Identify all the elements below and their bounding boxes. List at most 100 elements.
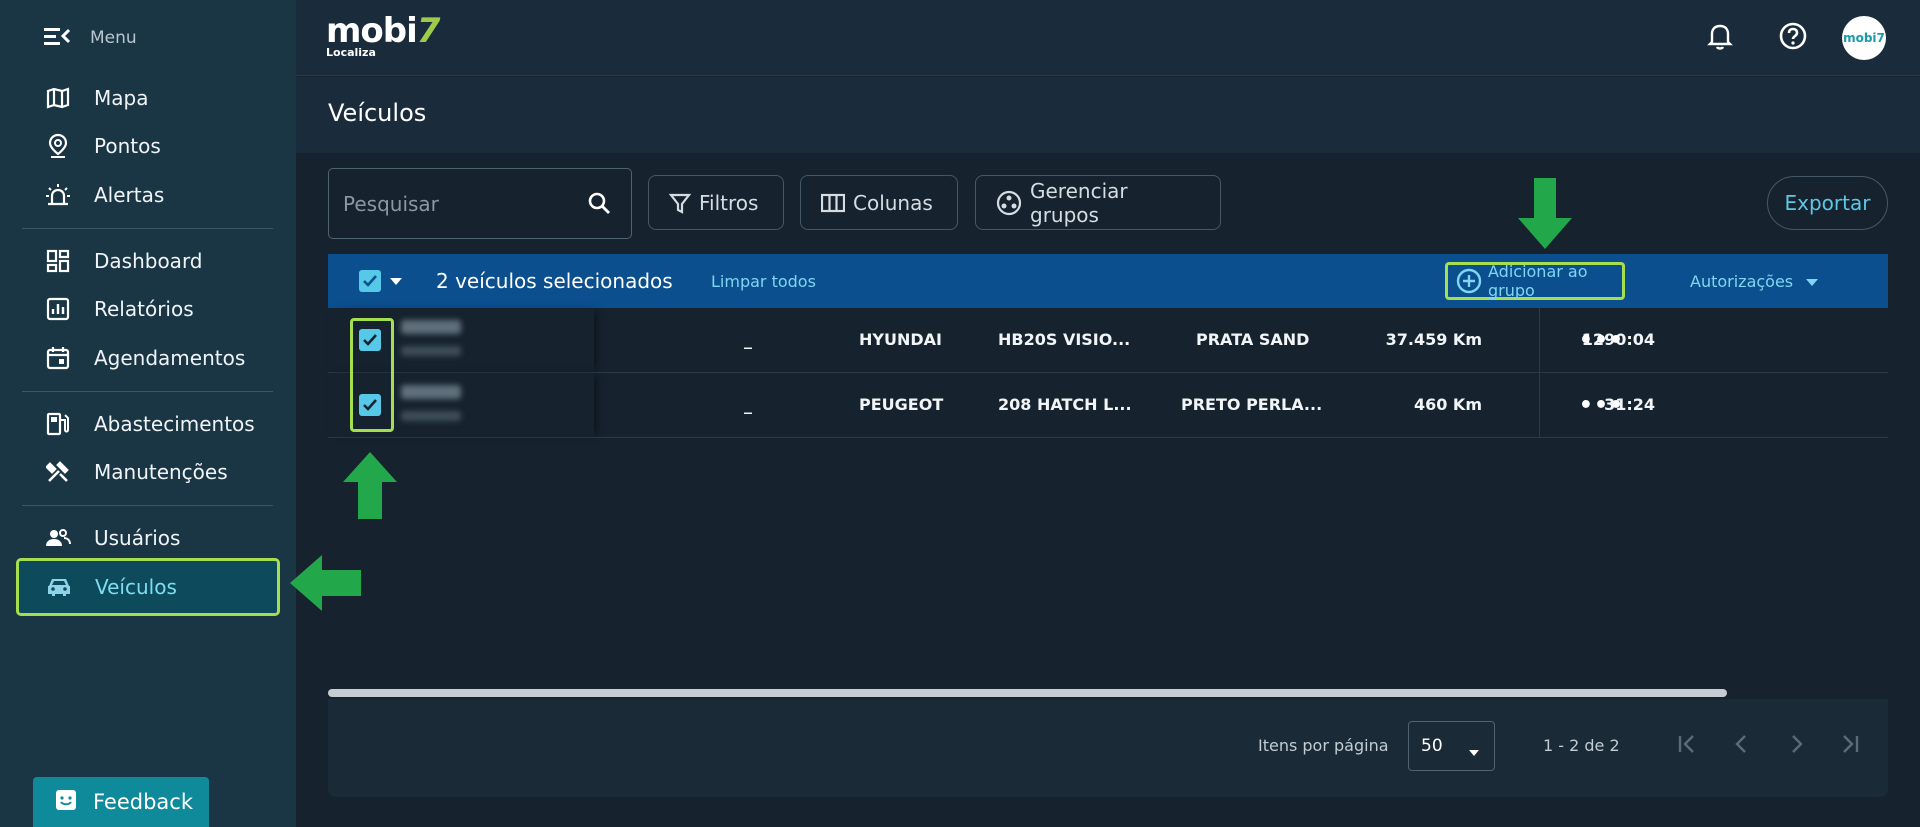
cell-km: 460 Km bbox=[1413, 395, 1482, 414]
arrow-left-annotation bbox=[290, 555, 361, 611]
table-row[interactable]: _ HYUNDAI HB20S VISIO... PRATA SAND 37.4… bbox=[328, 308, 1888, 373]
sidebar-item-label: Relatórios bbox=[94, 297, 194, 321]
car-icon bbox=[45, 573, 73, 601]
cell-brand: PEUGEOT bbox=[859, 395, 944, 414]
groups-icon bbox=[996, 190, 1022, 216]
menu-collapse-icon bbox=[44, 26, 71, 50]
cell-km: 37.459 Km bbox=[1385, 330, 1482, 349]
cell-model: 208 HATCH L... bbox=[998, 395, 1132, 414]
sidebar-item-abastecimentos[interactable]: Abastecimentos bbox=[18, 401, 278, 447]
sidebar-divider bbox=[22, 505, 273, 506]
filter-icon bbox=[669, 192, 691, 214]
feedback-button[interactable]: Feedback bbox=[33, 777, 209, 827]
siren-icon bbox=[44, 181, 72, 209]
search-icon[interactable] bbox=[587, 191, 611, 219]
notifications-button[interactable] bbox=[1702, 20, 1738, 56]
select-all-control[interactable] bbox=[359, 270, 403, 292]
top-bar: mobi7 Localiza mobi7 bbox=[296, 0, 1920, 76]
redacted-plate bbox=[401, 320, 461, 334]
clear-all-link[interactable]: Limpar todos bbox=[711, 272, 816, 291]
sidebar-item-relatorios[interactable]: Relatórios bbox=[18, 286, 278, 332]
more-icon: ••• bbox=[1578, 392, 1625, 418]
filters-button[interactable]: Filtros bbox=[648, 175, 784, 230]
sidebar-item-label: Agendamentos bbox=[94, 346, 246, 370]
more-icon: ••• bbox=[1578, 327, 1625, 353]
search-input[interactable] bbox=[343, 189, 563, 219]
logo[interactable]: mobi7 Localiza bbox=[326, 11, 441, 59]
sidebar-item-dashboard[interactable]: Dashboard bbox=[18, 238, 278, 284]
sidebar-item-label: Veículos bbox=[95, 575, 177, 599]
menu-toggle[interactable]: Menu bbox=[44, 26, 137, 50]
feedback-label: Feedback bbox=[93, 790, 194, 814]
sidebar-item-label: Dashboard bbox=[94, 249, 203, 273]
cell-col1: _ bbox=[744, 395, 752, 414]
map-icon bbox=[44, 84, 72, 112]
filters-label: Filtros bbox=[699, 190, 759, 215]
page-range: 1 - 2 de 2 bbox=[1543, 736, 1620, 755]
help-button[interactable] bbox=[1775, 20, 1811, 56]
dashboard-icon bbox=[44, 247, 72, 275]
previous-page-icon[interactable] bbox=[1730, 732, 1754, 760]
columns-label: Colunas bbox=[853, 190, 933, 215]
pagination-footer: Itens por página 50 1 - 2 de 2 bbox=[328, 699, 1888, 797]
caret-down-icon[interactable] bbox=[389, 276, 403, 286]
select-all-checkbox[interactable] bbox=[359, 270, 381, 292]
next-page-icon[interactable] bbox=[1784, 732, 1808, 760]
sidebar-item-label: Manutenções bbox=[94, 460, 228, 484]
sidebar-item-agendamentos[interactable]: Agendamentos bbox=[18, 335, 278, 381]
redacted-subtitle bbox=[401, 346, 461, 356]
bell-icon bbox=[1707, 22, 1733, 54]
logo-seven: 7 bbox=[416, 11, 441, 51]
feedback-icon bbox=[55, 789, 77, 815]
sidebar-item-pontos[interactable]: Pontos bbox=[18, 123, 278, 169]
caret-down-icon bbox=[1805, 277, 1819, 287]
avatar[interactable]: mobi7 bbox=[1842, 16, 1886, 60]
location-pin-icon bbox=[44, 132, 72, 160]
arrow-up-annotation bbox=[343, 452, 397, 519]
more-actions-button[interactable]: ••• bbox=[1539, 373, 1663, 437]
search-box bbox=[328, 168, 632, 239]
sidebar-divider bbox=[22, 391, 273, 392]
export-button[interactable]: Exportar bbox=[1767, 176, 1888, 230]
arrow-down-annotation bbox=[1518, 178, 1572, 249]
sidebar-item-mapa[interactable]: Mapa bbox=[18, 75, 278, 121]
bar-chart-icon bbox=[44, 295, 72, 323]
redacted-subtitle bbox=[401, 411, 461, 421]
columns-icon bbox=[821, 193, 845, 213]
add-to-group-button[interactable]: Adicionar ao grupo bbox=[1445, 262, 1625, 300]
cell-color: PRETO PERLA... bbox=[1181, 395, 1323, 414]
first-page-icon[interactable] bbox=[1675, 732, 1699, 760]
items-per-page-value: 50 bbox=[1421, 736, 1443, 756]
sidebar-item-label: Usuários bbox=[94, 526, 181, 550]
sidebar-item-usuarios[interactable]: Usuários bbox=[18, 515, 278, 561]
sidebar: Menu Mapa Pontos Alertas Dashboard Relat… bbox=[0, 0, 296, 827]
calendar-icon bbox=[44, 344, 72, 372]
cell-color: PRATA SAND bbox=[1196, 330, 1310, 349]
fuel-icon bbox=[44, 410, 72, 438]
manage-groups-button[interactable]: Gerenciar grupos bbox=[975, 175, 1221, 230]
items-per-page-label: Itens por página bbox=[1258, 736, 1389, 755]
checkbox-highlight bbox=[350, 318, 394, 432]
authorizations-dropdown[interactable]: Autorizações bbox=[1690, 272, 1819, 291]
sidebar-item-veiculos[interactable]: Veículos bbox=[16, 558, 280, 616]
tools-icon bbox=[44, 458, 72, 486]
page-title: Veículos bbox=[328, 99, 427, 127]
selected-count: 2 veículos selecionados bbox=[436, 269, 673, 293]
horizontal-scrollbar[interactable] bbox=[328, 689, 1727, 697]
plus-circle-icon bbox=[1456, 268, 1482, 294]
cell-brand: HYUNDAI bbox=[859, 330, 942, 349]
selection-bar: 2 veículos selecionados Limpar todos Adi… bbox=[328, 254, 1888, 308]
page-header: Veículos bbox=[296, 77, 1920, 153]
items-per-page-select[interactable]: 50 bbox=[1408, 721, 1495, 771]
cell-model: HB20S VISIO... bbox=[998, 330, 1131, 349]
more-actions-button[interactable]: ••• bbox=[1539, 308, 1663, 372]
table-row[interactable]: _ PEUGEOT 208 HATCH L... PRETO PERLA... … bbox=[328, 373, 1888, 438]
avatar-text: mobi7 bbox=[1843, 31, 1885, 45]
sidebar-item-alertas[interactable]: Alertas bbox=[18, 172, 278, 218]
last-page-icon[interactable] bbox=[1838, 732, 1862, 760]
sidebar-item-manutencoes[interactable]: Manutenções bbox=[18, 449, 278, 495]
add-to-group-label: Adicionar ao grupo bbox=[1488, 262, 1588, 300]
columns-button[interactable]: Colunas bbox=[800, 175, 958, 230]
menu-label: Menu bbox=[90, 28, 137, 48]
help-icon bbox=[1778, 21, 1808, 55]
